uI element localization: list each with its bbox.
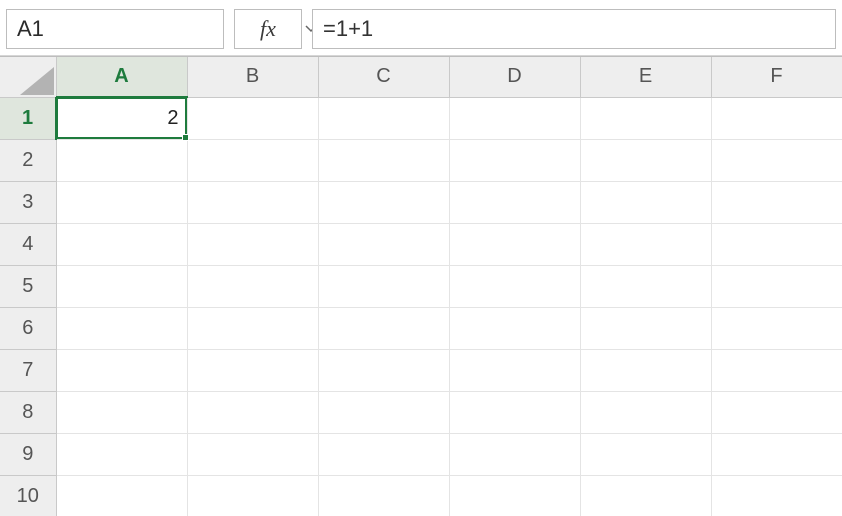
- cell-E1[interactable]: [580, 97, 711, 139]
- cell-C9[interactable]: [318, 433, 449, 475]
- cell-B1[interactable]: [187, 97, 318, 139]
- cell-D1[interactable]: [449, 97, 580, 139]
- cell-F4[interactable]: [711, 223, 842, 265]
- cell-E3[interactable]: [580, 181, 711, 223]
- cell-E4[interactable]: [580, 223, 711, 265]
- cell-A9[interactable]: [56, 433, 187, 475]
- cell-F3[interactable]: [711, 181, 842, 223]
- row-header-10[interactable]: 10: [0, 475, 56, 516]
- cell-B2[interactable]: [187, 139, 318, 181]
- row-header-8[interactable]: 8: [0, 391, 56, 433]
- cell-F2[interactable]: [711, 139, 842, 181]
- cell-A7[interactable]: [56, 349, 187, 391]
- cell-B10[interactable]: [187, 475, 318, 516]
- cell-D7[interactable]: [449, 349, 580, 391]
- cell-A5[interactable]: [56, 265, 187, 307]
- row-header-9[interactable]: 9: [0, 433, 56, 475]
- cell-D2[interactable]: [449, 139, 580, 181]
- column-header-E[interactable]: E: [580, 57, 711, 97]
- formula-input-container[interactable]: [312, 9, 836, 49]
- cell-F6[interactable]: [711, 307, 842, 349]
- cell-C5[interactable]: [318, 265, 449, 307]
- cell-C10[interactable]: [318, 475, 449, 516]
- spreadsheet-grid: A B C D E F 122345678910: [0, 56, 842, 516]
- cell-D4[interactable]: [449, 223, 580, 265]
- row-header-4[interactable]: 4: [0, 223, 56, 265]
- column-header-D[interactable]: D: [449, 57, 580, 97]
- column-header-B[interactable]: B: [187, 57, 318, 97]
- column-header-A[interactable]: A: [56, 57, 187, 97]
- cell-A1[interactable]: 2: [56, 97, 187, 139]
- cell-D9[interactable]: [449, 433, 580, 475]
- cell-B8[interactable]: [187, 391, 318, 433]
- cell-E6[interactable]: [580, 307, 711, 349]
- cell-A10[interactable]: [56, 475, 187, 516]
- cell-C1[interactable]: [318, 97, 449, 139]
- cell-C2[interactable]: [318, 139, 449, 181]
- cell-A8[interactable]: [56, 391, 187, 433]
- cell-A6[interactable]: [56, 307, 187, 349]
- column-header-C[interactable]: C: [318, 57, 449, 97]
- row-header-2[interactable]: 2: [0, 139, 56, 181]
- cell-E9[interactable]: [580, 433, 711, 475]
- cell-E5[interactable]: [580, 265, 711, 307]
- cell-B5[interactable]: [187, 265, 318, 307]
- cell-A3[interactable]: [56, 181, 187, 223]
- cell-E8[interactable]: [580, 391, 711, 433]
- cell-B3[interactable]: [187, 181, 318, 223]
- cell-F7[interactable]: [711, 349, 842, 391]
- cell-F9[interactable]: [711, 433, 842, 475]
- name-box[interactable]: [6, 9, 224, 49]
- row-header-6[interactable]: 6: [0, 307, 56, 349]
- cell-B9[interactable]: [187, 433, 318, 475]
- formula-bar: fx: [0, 0, 842, 56]
- cell-F10[interactable]: [711, 475, 842, 516]
- cell-C6[interactable]: [318, 307, 449, 349]
- cell-F8[interactable]: [711, 391, 842, 433]
- cell-C8[interactable]: [318, 391, 449, 433]
- cell-B7[interactable]: [187, 349, 318, 391]
- cell-F5[interactable]: [711, 265, 842, 307]
- cell-E7[interactable]: [580, 349, 711, 391]
- cell-C7[interactable]: [318, 349, 449, 391]
- cell-B4[interactable]: [187, 223, 318, 265]
- cell-E2[interactable]: [580, 139, 711, 181]
- cell-D5[interactable]: [449, 265, 580, 307]
- cell-B6[interactable]: [187, 307, 318, 349]
- select-all-corner[interactable]: [0, 57, 56, 97]
- cell-C4[interactable]: [318, 223, 449, 265]
- cell-D8[interactable]: [449, 391, 580, 433]
- cell-D3[interactable]: [449, 181, 580, 223]
- cell-D10[interactable]: [449, 475, 580, 516]
- row-header-1[interactable]: 1: [0, 97, 56, 139]
- cell-E10[interactable]: [580, 475, 711, 516]
- cell-A2[interactable]: [56, 139, 187, 181]
- cell-D6[interactable]: [449, 307, 580, 349]
- cell-F1[interactable]: [711, 97, 842, 139]
- cell-A4[interactable]: [56, 223, 187, 265]
- cell-C3[interactable]: [318, 181, 449, 223]
- row-header-3[interactable]: 3: [0, 181, 56, 223]
- row-header-5[interactable]: 5: [0, 265, 56, 307]
- fx-icon: fx: [260, 16, 276, 42]
- insert-function-button[interactable]: fx: [234, 9, 302, 49]
- column-header-F[interactable]: F: [711, 57, 842, 97]
- formula-input[interactable]: [323, 16, 825, 42]
- row-header-7[interactable]: 7: [0, 349, 56, 391]
